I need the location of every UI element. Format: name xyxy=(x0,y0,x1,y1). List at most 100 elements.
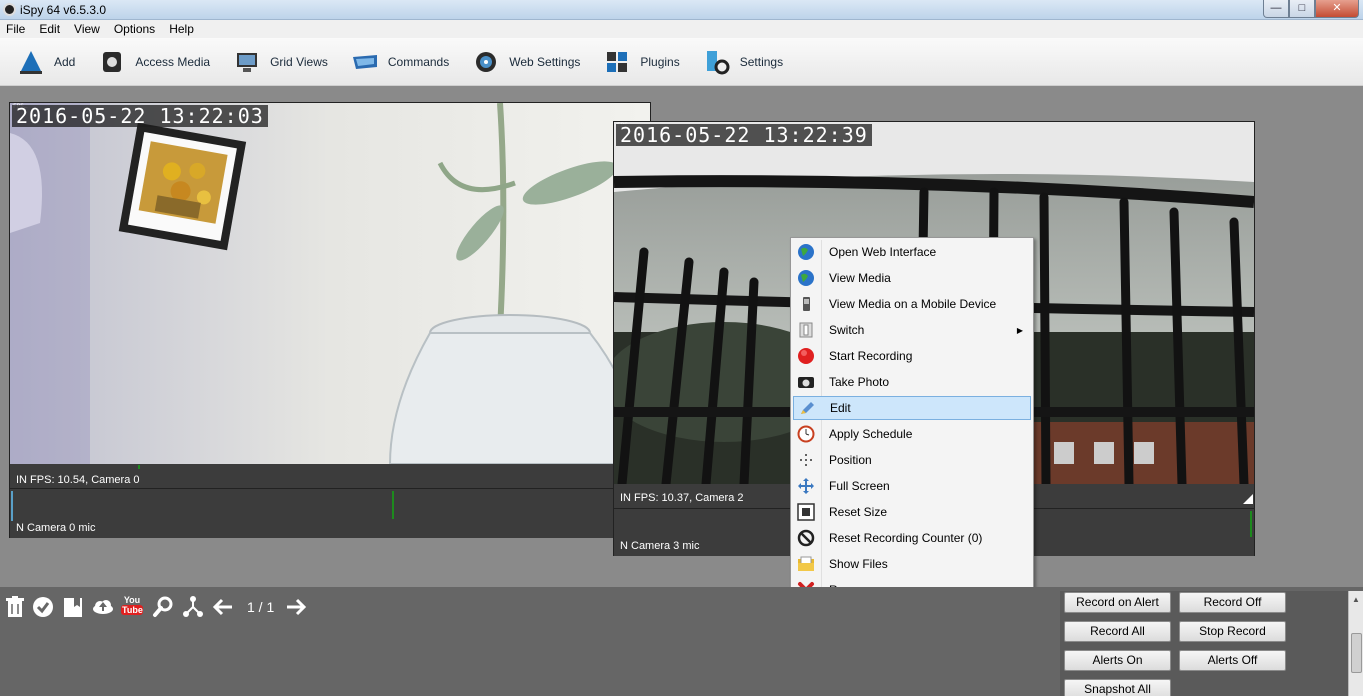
toolbar-add-button[interactable]: Add xyxy=(12,42,81,82)
menu-start-recording[interactable]: Start Recording xyxy=(793,344,1031,368)
menu-reset-size-label: Reset Size xyxy=(829,505,888,519)
camera-2-mic-tick xyxy=(1250,511,1252,537)
record-all-button[interactable]: Record All xyxy=(1064,621,1171,642)
record-off-button[interactable]: Record Off xyxy=(1179,592,1286,613)
menu-take-photo-label: Take Photo xyxy=(829,375,890,389)
cloud-upload-icon[interactable] xyxy=(92,595,114,619)
resize-grip-icon[interactable] xyxy=(1243,494,1253,504)
add-icon xyxy=(20,50,42,74)
trash-icon[interactable] xyxy=(4,595,26,619)
arrow-right-icon[interactable] xyxy=(285,595,307,619)
commands-icon xyxy=(352,54,377,69)
plugins-icon xyxy=(607,51,628,72)
toolbar-access-media-label: Access Media xyxy=(135,54,211,69)
media-icon xyxy=(103,51,122,72)
toolbar-grid-views-label: Grid Views xyxy=(270,54,328,69)
menu-file[interactable]: File xyxy=(0,20,33,38)
stop-record-button[interactable]: Stop Record xyxy=(1179,621,1286,642)
scrollbar-thumb[interactable] xyxy=(1351,633,1362,673)
menu-open-web-interface[interactable]: Open Web Interface xyxy=(793,240,1031,264)
submenu-arrow-icon: ▶ xyxy=(1016,325,1023,335)
menu-switch[interactable]: Switch ▶ xyxy=(793,318,1031,342)
camera-0-video[interactable] xyxy=(10,103,650,464)
menu-options[interactable]: Options xyxy=(108,20,163,38)
menu-apply-schedule[interactable]: Apply Schedule xyxy=(793,422,1031,446)
toolbar-plugins-button[interactable]: Plugins xyxy=(598,42,685,82)
menu-show-files-label: Show Files xyxy=(829,557,888,571)
globe-media-icon xyxy=(795,267,817,289)
youtube-you-text: You xyxy=(123,595,141,605)
no-icon xyxy=(795,527,817,549)
youtube-tube-text: Tube xyxy=(121,605,143,615)
toolbar-settings-button[interactable]: Settings xyxy=(698,42,789,82)
settings-icon xyxy=(706,50,730,74)
arrow-left-icon[interactable] xyxy=(212,595,234,619)
scroll-up-icon[interactable]: ▲ xyxy=(1352,595,1360,604)
alerts-off-button[interactable]: Alerts Off xyxy=(1179,650,1286,671)
toolbar-web-settings-button[interactable]: Web Settings xyxy=(467,42,586,82)
menu-position-label: Position xyxy=(829,453,872,467)
menu-view-media-mobile[interactable]: View Media on a Mobile Device xyxy=(793,292,1031,316)
reset-size-icon xyxy=(795,501,817,523)
switch-icon xyxy=(795,319,817,341)
position-icon xyxy=(795,449,817,471)
bookmark-icon[interactable] xyxy=(62,595,84,619)
menu-help[interactable]: Help xyxy=(163,20,202,38)
menu-edit[interactable]: Edit xyxy=(33,20,68,38)
toolbar-settings-label: Settings xyxy=(739,54,784,69)
fullscreen-icon xyxy=(795,475,817,497)
camera-2-mic-label: N Camera 3 mic xyxy=(620,540,700,552)
menu-take-photo[interactable]: Take Photo xyxy=(793,370,1031,394)
camera-0-mic-pane[interactable]: N Camera 0 mic xyxy=(10,488,650,538)
record-icon xyxy=(795,345,817,367)
web-settings-icon xyxy=(476,51,497,72)
search-icon[interactable] xyxy=(152,595,174,619)
toolbar-access-media-button[interactable]: Access Media xyxy=(93,42,216,82)
minimize-button[interactable]: — xyxy=(1263,0,1289,18)
menu-reset-recording-counter-label: Reset Recording Counter (0) xyxy=(829,531,983,545)
ispy-logo-icon xyxy=(3,3,16,16)
toolbar-grid-views-button[interactable]: Grid Views xyxy=(228,42,334,82)
alerts-on-button[interactable]: Alerts On xyxy=(1064,650,1171,671)
menu-view[interactable]: View xyxy=(68,20,108,38)
check-icon[interactable] xyxy=(32,595,54,619)
menu-full-screen[interactable]: Full Screen xyxy=(793,474,1031,498)
toolbar-web-settings-label: Web Settings xyxy=(509,54,581,69)
snapshot-all-button[interactable]: Snapshot All xyxy=(1064,679,1171,696)
mobile-icon xyxy=(795,293,817,315)
youtube-icon[interactable]: You Tube xyxy=(121,595,143,619)
menu-full-screen-label: Full Screen xyxy=(829,479,890,493)
record-on-alert-button[interactable]: Record on Alert xyxy=(1064,592,1171,613)
toolbar-add-label: Add xyxy=(54,54,76,69)
menu-view-media-label: View Media xyxy=(829,271,891,285)
share-icon[interactable] xyxy=(182,595,204,619)
menu-view-media-mobile-label: View Media on a Mobile Device xyxy=(829,297,997,311)
toolbar-plugins-label: Plugins xyxy=(640,54,680,69)
menu-view-media[interactable]: View Media xyxy=(793,266,1031,290)
title-bar: iSpy 64 v6.5.3.0 — □ ✕ xyxy=(0,0,1363,20)
camera-0-mic-label: N Camera 0 mic xyxy=(16,522,96,534)
edit-icon xyxy=(796,397,818,419)
camera-2-timestamp: 2016-05-22 13:22:39 xyxy=(616,124,872,146)
menu-apply-schedule-label: Apply Schedule xyxy=(829,427,913,441)
menu-show-files[interactable]: Show Files xyxy=(793,552,1031,576)
camera-0-status: IN FPS: 10.54, Camera 0 xyxy=(16,474,140,486)
page-indicator: 1 / 1 xyxy=(247,599,275,615)
toolbar-commands-label: Commands xyxy=(387,54,450,69)
folder-icon xyxy=(795,553,817,575)
menu-edit-label: Edit xyxy=(830,401,851,415)
camera-0-pane[interactable]: FPS… 2016-05-22 13:22:03 IN FPS: 10.54, … xyxy=(9,102,651,538)
menu-position[interactable]: Position xyxy=(793,448,1031,472)
grid-views-icon xyxy=(237,52,258,72)
maximize-button[interactable]: □ xyxy=(1289,0,1315,18)
menu-reset-recording-counter[interactable]: Reset Recording Counter (0) xyxy=(793,526,1031,550)
toolbar: Add Access Media Grid Views Commands Web… xyxy=(0,38,1363,86)
menu-edit[interactable]: Edit xyxy=(793,396,1031,420)
menu-start-recording-label: Start Recording xyxy=(829,349,913,363)
camera-0-level-tick xyxy=(138,465,140,469)
menu-reset-size[interactable]: Reset Size xyxy=(793,500,1031,524)
close-button[interactable]: ✕ xyxy=(1315,0,1359,18)
button-panel-scrollbar[interactable]: ▲ xyxy=(1348,591,1363,696)
camera-2-status: IN FPS: 10.37, Camera 2 xyxy=(620,492,744,504)
toolbar-commands-button[interactable]: Commands xyxy=(346,42,455,82)
